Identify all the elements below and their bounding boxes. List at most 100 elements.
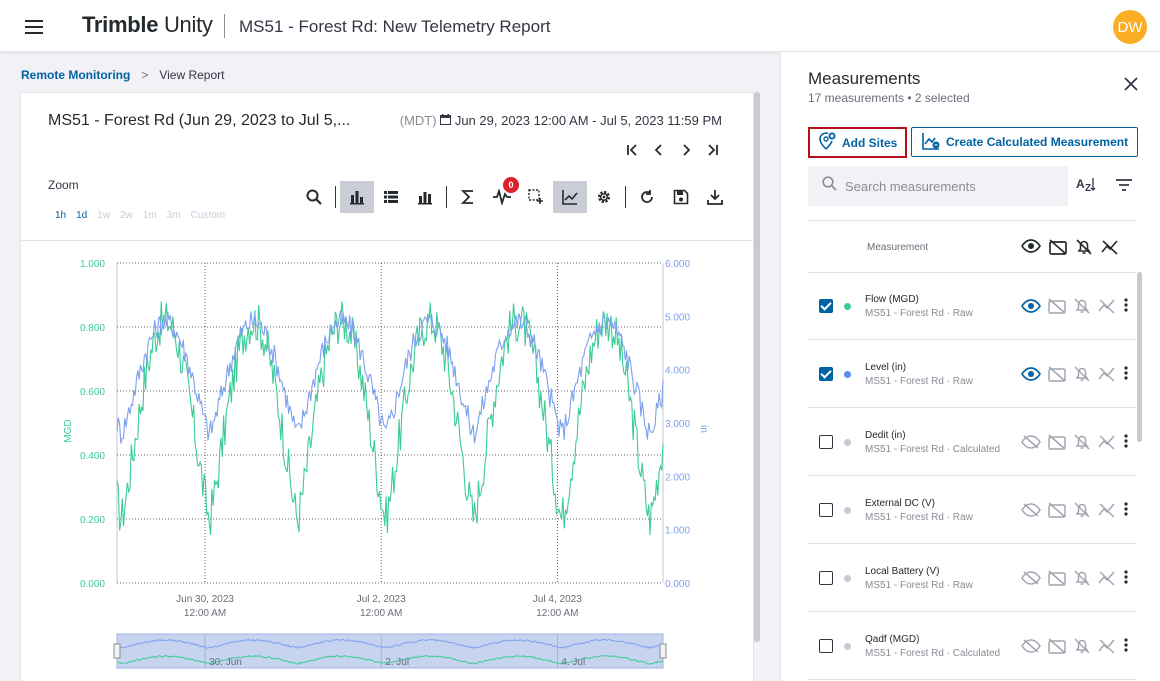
bar-chart-icon[interactable] xyxy=(340,181,374,213)
eye-off-icon[interactable] xyxy=(1021,639,1041,658)
camera-off-icon[interactable] xyxy=(1048,502,1066,523)
panel-subtitle: 17 measurements • 2 selected xyxy=(808,91,970,105)
more-options-icon[interactable] xyxy=(1124,638,1128,657)
next-icon[interactable] xyxy=(678,143,693,159)
date-range[interactable]: (MDT) Jun 29, 2023 12:00 AM - Jul 5, 202… xyxy=(400,113,722,128)
measurement-row[interactable]: Local Battery (V) MS51 - Forest Rd · Raw xyxy=(808,544,1136,612)
measurement-checkbox[interactable] xyxy=(819,571,833,585)
trend-off-icon[interactable] xyxy=(1098,570,1116,591)
avatar[interactable]: DW xyxy=(1113,10,1147,44)
close-icon[interactable] xyxy=(1124,74,1138,94)
trend-off-icon[interactable] xyxy=(1101,239,1119,260)
eye-off-icon[interactable] xyxy=(1021,503,1041,522)
search-box xyxy=(808,166,1068,206)
measurement-row[interactable]: External DC (V) MS51 - Forest Rd · Raw xyxy=(808,476,1136,544)
camera-off-icon[interactable] xyxy=(1048,638,1066,659)
y-right-tick-label: 2.000 xyxy=(665,472,690,483)
zoom-custom[interactable]: Custom xyxy=(191,210,225,221)
sigma-icon[interactable] xyxy=(451,181,485,213)
trend-off-icon[interactable] xyxy=(1098,502,1116,523)
camera-off-icon[interactable] xyxy=(1048,298,1066,319)
more-options-icon[interactable] xyxy=(1124,570,1128,589)
add-sites-button[interactable]: Add Sites xyxy=(808,127,908,158)
zoom-2w[interactable]: 2w xyxy=(120,210,133,221)
measurement-row[interactable]: Dedit (in) MS51 - Forest Rd · Calculated xyxy=(808,408,1136,476)
zoom-1h[interactable]: 1h xyxy=(55,210,66,221)
more-options-icon[interactable] xyxy=(1124,502,1128,521)
trend-off-icon[interactable] xyxy=(1098,298,1116,319)
brand-logo: Trimble Unity xyxy=(82,12,213,37)
bell-off-icon[interactable] xyxy=(1073,638,1091,659)
measurement-row[interactable]: Level (in) MS51 - Forest Rd · Raw xyxy=(808,340,1136,408)
create-calculated-measurement-button[interactable]: Create Calculated Measurement xyxy=(911,127,1138,157)
eye-icon[interactable] xyxy=(1021,367,1041,386)
stacked-bar-icon[interactable] xyxy=(408,181,442,213)
y-right-axis-title: in xyxy=(698,425,709,433)
download-icon[interactable] xyxy=(698,181,732,213)
breadcrumb-remote-monitoring[interactable]: Remote Monitoring xyxy=(21,68,130,82)
line-chart-icon[interactable] xyxy=(553,181,587,213)
zoom-1d[interactable]: 1d xyxy=(76,210,87,221)
gear-icon[interactable] xyxy=(587,181,621,213)
zoom-1m[interactable]: 1m xyxy=(143,210,157,221)
pulse-icon[interactable]: 0 xyxy=(485,177,519,213)
bell-off-icon[interactable] xyxy=(1073,434,1091,455)
trend-off-icon[interactable] xyxy=(1098,434,1116,455)
row-actions xyxy=(1021,502,1116,523)
breadcrumb-current: View Report xyxy=(159,68,225,82)
eye-icon[interactable] xyxy=(1021,299,1041,318)
measurement-row[interactable]: Qadf (MGD) MS51 - Forest Rd · Calculated xyxy=(808,612,1136,680)
eye-icon[interactable] xyxy=(1021,239,1041,260)
last-page-icon[interactable] xyxy=(705,143,720,159)
camera-off-icon[interactable] xyxy=(1048,434,1066,455)
previous-icon[interactable] xyxy=(651,143,666,159)
chevron-right-icon: > xyxy=(141,68,149,82)
y-left-tick-label: 0.800 xyxy=(80,323,105,334)
toolbar-divider xyxy=(446,186,447,208)
measurement-checkbox[interactable] xyxy=(819,367,833,381)
bell-off-icon[interactable] xyxy=(1073,502,1091,523)
measurement-checkbox[interactable] xyxy=(819,639,833,653)
bell-off-icon[interactable] xyxy=(1075,239,1093,260)
trend-off-icon[interactable] xyxy=(1098,366,1116,387)
y-right-tick-label: 3.000 xyxy=(665,419,690,430)
bell-off-icon[interactable] xyxy=(1073,570,1091,591)
bell-off-icon[interactable] xyxy=(1073,366,1091,387)
telemetry-chart[interactable]: 0.000 0.200 0.400 0.600 0.800 1.000 0.000 1.000… xyxy=(21,241,753,681)
more-options-icon[interactable] xyxy=(1124,366,1128,385)
menu-icon[interactable] xyxy=(25,20,43,34)
search-measurements-input[interactable] xyxy=(845,178,1055,194)
filter-icon[interactable] xyxy=(1116,178,1132,196)
measurement-checkbox[interactable] xyxy=(819,503,833,517)
bell-off-icon[interactable] xyxy=(1073,298,1091,319)
first-page-icon[interactable] xyxy=(624,143,639,159)
report-scrollbar[interactable] xyxy=(754,92,760,642)
zoom-1w[interactable]: 1w xyxy=(97,210,110,221)
y-left-axis-title: MGD xyxy=(63,419,74,442)
camera-off-icon[interactable] xyxy=(1048,366,1066,387)
zoom-3m[interactable]: 3m xyxy=(167,210,181,221)
select-region-icon[interactable] xyxy=(519,181,553,213)
svg-text:A: A xyxy=(1076,177,1085,191)
list-icon[interactable] xyxy=(374,181,408,213)
more-options-icon[interactable] xyxy=(1124,298,1128,317)
navigator-handle-left[interactable] xyxy=(113,643,121,659)
more-options-icon[interactable] xyxy=(1124,434,1128,453)
refresh-icon[interactable] xyxy=(630,181,664,213)
eye-off-icon[interactable] xyxy=(1021,435,1041,454)
trend-off-icon[interactable] xyxy=(1098,638,1116,659)
alert-count-badge: 0 xyxy=(503,177,519,193)
panel-scrollbar[interactable] xyxy=(1137,272,1142,442)
camera-off-icon[interactable] xyxy=(1048,570,1066,591)
camera-off-icon[interactable] xyxy=(1049,239,1067,260)
search-icon[interactable] xyxy=(297,181,331,213)
sort-az-icon[interactable]: AZ xyxy=(1076,176,1096,195)
x-tick-label: Jul 4, 2023 xyxy=(533,594,582,605)
measurement-checkbox[interactable] xyxy=(819,299,833,313)
measurement-row[interactable]: Flow (MGD) MS51 - Forest Rd · Raw xyxy=(808,272,1136,340)
save-icon[interactable] xyxy=(664,181,698,213)
eye-off-icon[interactable] xyxy=(1021,571,1041,590)
toolbar-divider xyxy=(625,186,626,208)
navigator-handle-right[interactable] xyxy=(659,643,667,659)
measurement-checkbox[interactable] xyxy=(819,435,833,449)
